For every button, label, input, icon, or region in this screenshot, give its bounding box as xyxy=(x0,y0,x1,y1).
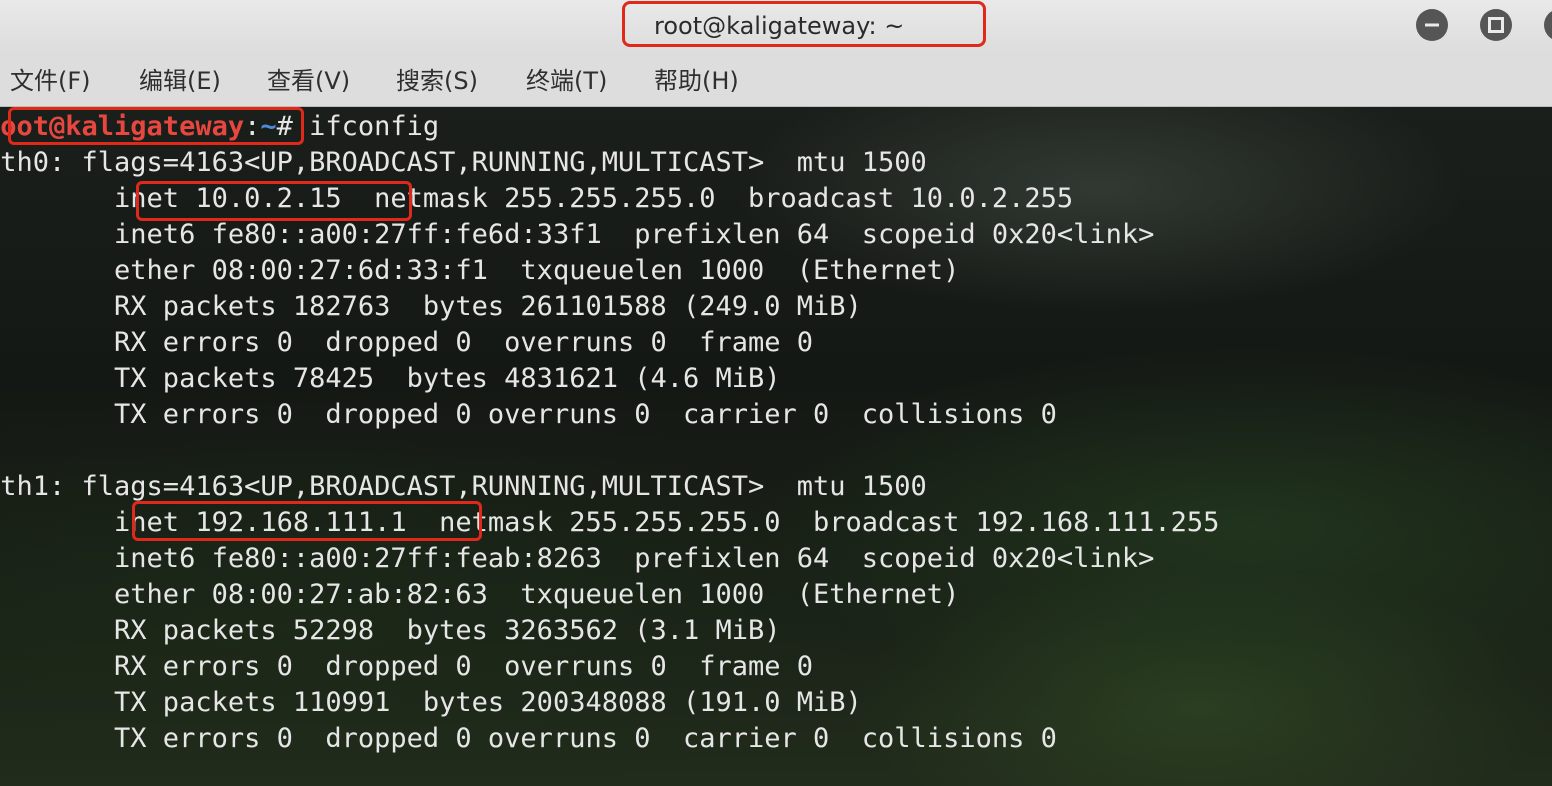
prompt-sign: # xyxy=(276,111,310,142)
output-line: ether 08:00:27:ab:82:63 txqueuelen 1000 … xyxy=(0,579,960,610)
terminal-window: root@kaligateway: ~ 文件(F) 编辑(E) 查看(V) 搜索… xyxy=(0,0,1552,786)
output-line: TX packets 78425 bytes 4831621 (4.6 MiB) xyxy=(0,363,781,394)
prompt-colon: : xyxy=(244,111,261,142)
output-line: ether 08:00:27:6d:33:f1 txqueuelen 1000 … xyxy=(0,255,960,286)
prompt-user-host: root@kaligateway xyxy=(0,111,245,142)
close-icon xyxy=(1544,9,1552,41)
menu-search[interactable]: 搜索(S) xyxy=(396,64,478,98)
command-text: ifconfig xyxy=(309,111,440,142)
terminal-output-area[interactable]: root@kaligateway:~# ifconfig eth0: flags… xyxy=(0,107,1552,786)
output-line: inet 192.168.111.1 netmask 255.255.255.0… xyxy=(0,507,1220,538)
maximize-button[interactable] xyxy=(1480,9,1512,41)
prompt-path: ~ xyxy=(260,111,277,142)
output-line: TX packets 110991 bytes 200348088 (191.0… xyxy=(0,687,862,718)
output-line: inet6 fe80::a00:27ff:fe6d:33f1 prefixlen… xyxy=(0,219,1155,250)
output-line: RX errors 0 dropped 0 overruns 0 frame 0 xyxy=(0,327,814,358)
minimize-icon xyxy=(1425,23,1439,27)
title-highlight-box xyxy=(622,1,986,47)
output-line: TX errors 0 dropped 0 overruns 0 carrier… xyxy=(0,399,1057,430)
minimize-button[interactable] xyxy=(1416,9,1448,41)
output-line: TX errors 0 dropped 0 overruns 0 carrier… xyxy=(0,723,1057,754)
output-line: inet6 fe80::a00:27ff:feab:8263 prefixlen… xyxy=(0,543,1155,574)
output-line: RX errors 0 dropped 0 overruns 0 frame 0 xyxy=(0,651,814,682)
maximize-icon xyxy=(1488,17,1504,33)
menu-bar: 文件(F) 编辑(E) 查看(V) 搜索(S) 终端(T) 帮助(H) xyxy=(0,56,1552,107)
prompt-line: root@kaligateway:~# ifconfig xyxy=(0,109,439,145)
title-bar[interactable]: root@kaligateway: ~ xyxy=(0,0,1552,56)
output-line: inet 10.0.2.15 netmask 255.255.255.0 bro… xyxy=(0,183,1074,214)
output-line: RX packets 182763 bytes 261101588 (249.0… xyxy=(0,291,862,322)
menu-terminal[interactable]: 终端(T) xyxy=(526,64,607,98)
output-line: RX packets 52298 bytes 3263562 (3.1 MiB) xyxy=(0,615,781,646)
menu-help[interactable]: 帮助(H) xyxy=(654,64,739,98)
output-line: eth1: flags=4163<UP,BROADCAST,RUNNING,MU… xyxy=(0,471,927,502)
menu-file[interactable]: 文件(F) xyxy=(10,64,91,98)
menu-edit[interactable]: 编辑(E) xyxy=(139,64,221,98)
output-line: eth0: flags=4163<UP,BROADCAST,RUNNING,MU… xyxy=(0,147,927,178)
menu-view[interactable]: 查看(V) xyxy=(267,64,350,98)
close-button[interactable] xyxy=(1544,9,1552,41)
